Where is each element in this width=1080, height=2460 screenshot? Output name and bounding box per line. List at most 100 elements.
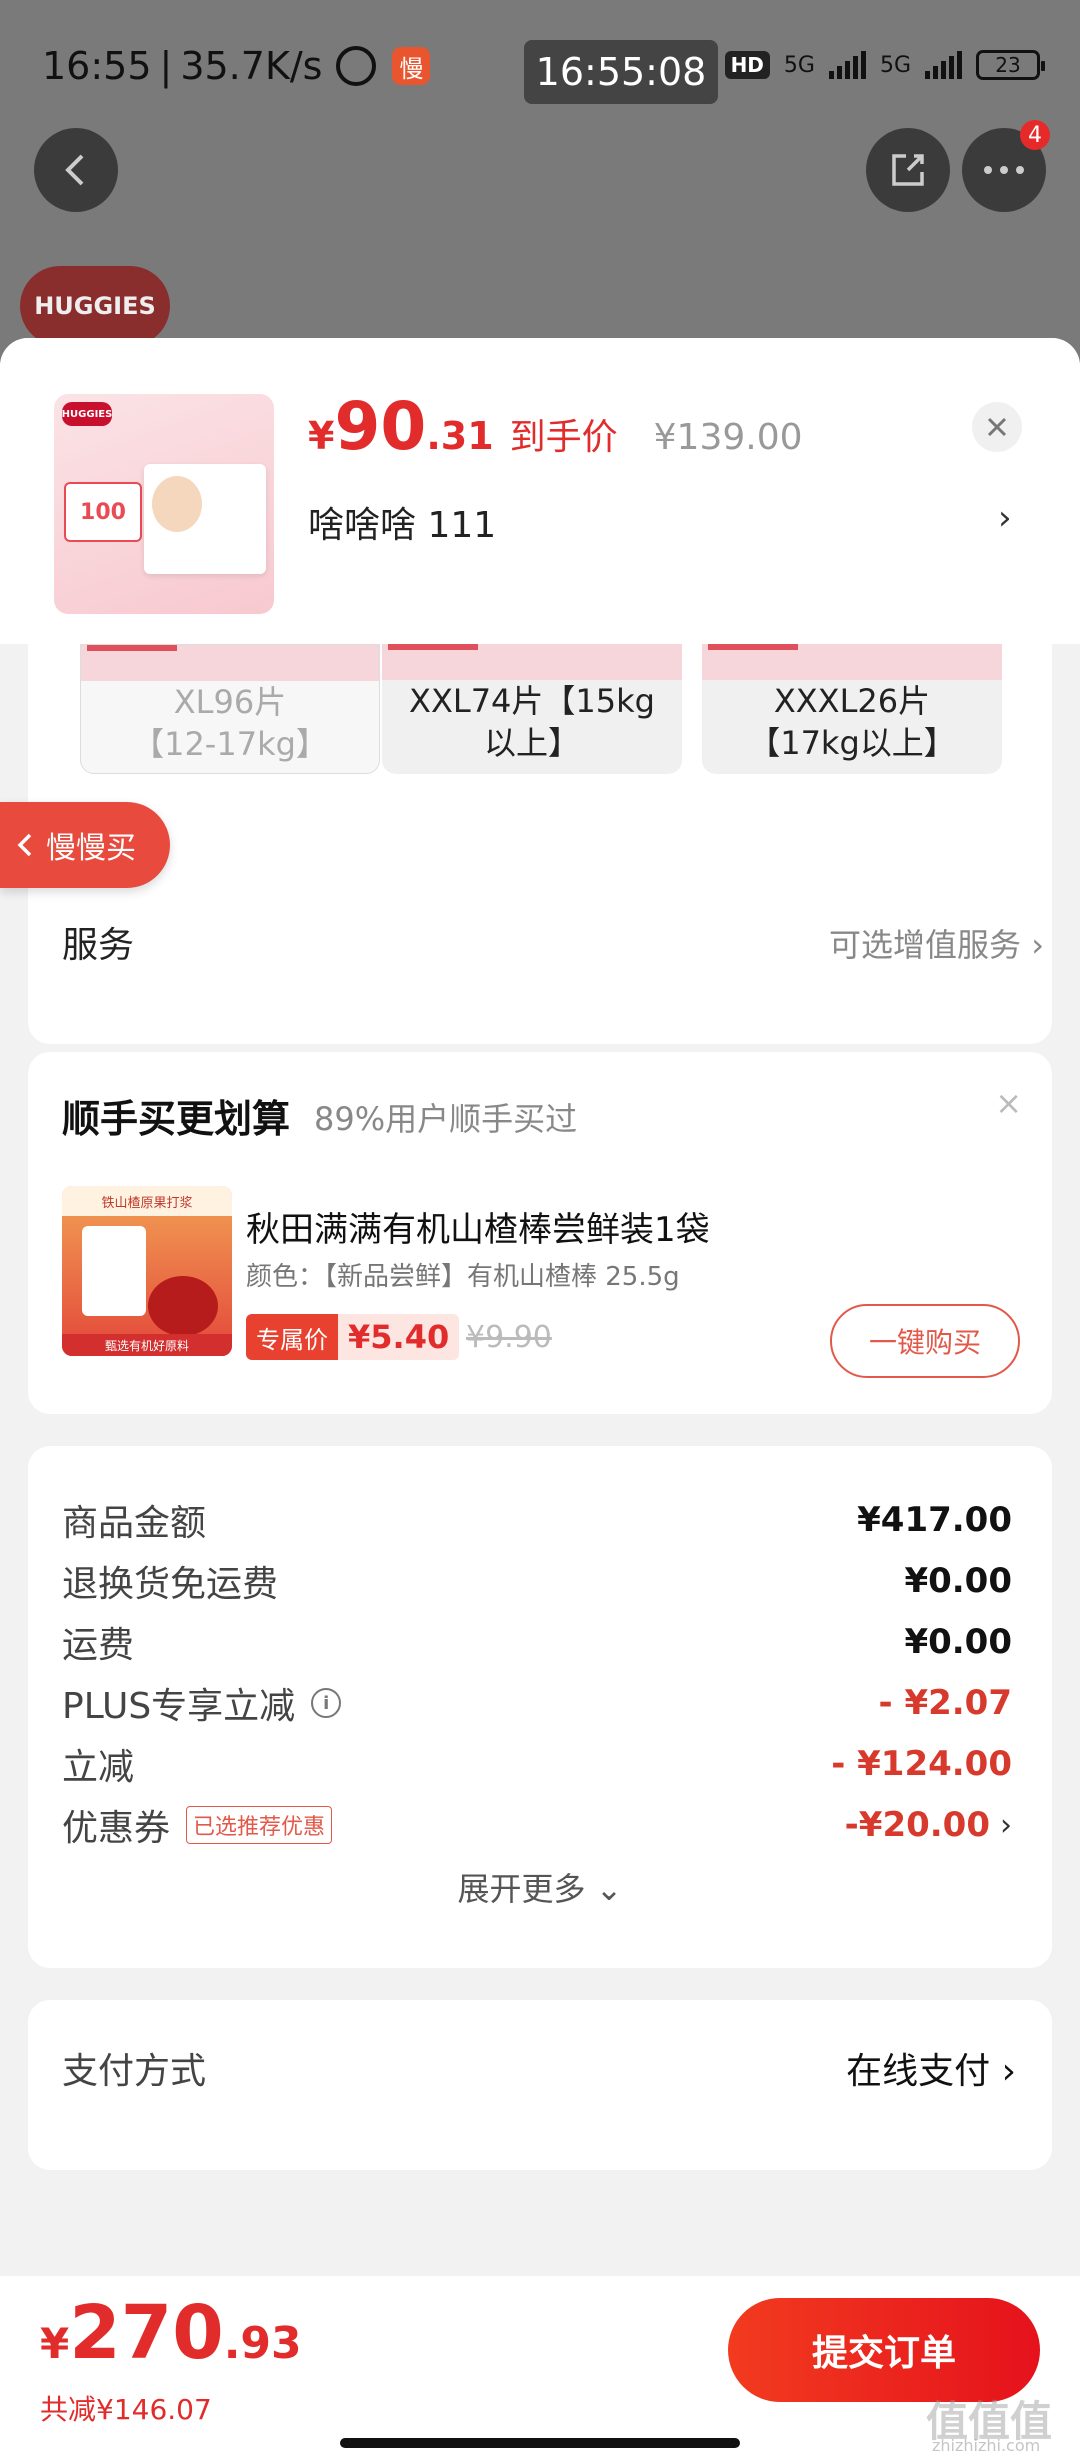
chevron-right-icon: ›: [998, 498, 1012, 538]
summary-value: - ¥2.07: [878, 1683, 1013, 1723]
back-button[interactable]: [34, 128, 118, 212]
coupon-label: 优惠券: [62, 1808, 171, 1849]
submit-order-button[interactable]: 提交订单: [728, 2298, 1040, 2402]
thumb-price-tag: 100: [64, 482, 142, 542]
size-option-xxl[interactable]: XXL74片【15kg 以上】: [382, 644, 682, 774]
summary-value: -¥20.00: [844, 1805, 990, 1845]
service-value: 可选增值服务 ›: [829, 926, 1044, 964]
signal-icon-2: [925, 51, 962, 79]
slow-app-icon: 慢: [392, 47, 431, 85]
slow-buy-floating-button[interactable]: 慢慢买: [0, 802, 170, 888]
coupon-badge: 已选推荐优惠: [186, 1806, 333, 1844]
signal-icon: [828, 51, 866, 79]
thumb-brand-logo: HUGGIES: [62, 402, 112, 426]
home-indicator[interactable]: [340, 2438, 740, 2448]
final-price: ¥ 90 .31 到手价 ¥139.00: [308, 388, 803, 465]
cross-sell-subtitle: 89%用户顺手买过: [314, 1100, 578, 1138]
cross-sell-title: 顺手买更划算: [62, 1097, 291, 1141]
more-button[interactable]: 4: [962, 120, 1050, 212]
total-price: ¥ 270 .93: [40, 2290, 302, 2376]
summary-label: 运费: [62, 1625, 135, 1666]
cross-sell-product-attr: 颜色：【新品尝鲜】有机山楂棒 25.5g: [246, 1262, 680, 1292]
thumb-banner-text: 铁山楂原果打浆: [62, 1186, 232, 1216]
size-option-xxxl[interactable]: XXXL26片 【17kg以上】: [702, 644, 1002, 774]
summary-label: 商品金额: [62, 1503, 207, 1544]
thumb-fruit: [148, 1276, 218, 1336]
chevron-right-icon: ›: [1000, 1807, 1012, 1843]
thumb-package: [82, 1226, 146, 1316]
watermark-url: zhizhizhi.com: [932, 2436, 1041, 2455]
summary-row-plus-discount: PLUS专享立减 i - ¥2.07: [62, 1673, 1012, 1733]
total-decimal: .93: [223, 2318, 302, 2369]
chevron-left-icon: [65, 154, 84, 186]
info-icon[interactable]: i: [311, 1688, 342, 1718]
summary-row-goods: 商品金额 ¥417.00: [62, 1490, 1012, 1550]
thumb-footer-text: 甄选有机好原料: [62, 1334, 232, 1356]
notification-badge: 4: [1020, 120, 1050, 150]
size-label: XXL74片【15kg 以上】: [409, 682, 655, 762]
status-bar: 16:55 | 35.7K/s 慢 16:55:08 HD 5G 5G 23: [0, 0, 1080, 140]
original-price: ¥139.00: [653, 417, 803, 458]
summary-row-coupon[interactable]: 优惠券 已选推荐优惠 -¥20.00 ›: [62, 1795, 1012, 1855]
cross-sell-card: 顺手买更划算 89%用户顺手买过 × 铁山楂原果打浆 甄选有机好原料 秋田满满有…: [28, 1052, 1052, 1414]
total-integer: 270: [69, 2290, 224, 2376]
size-label: XXXL26片 【17kg以上】: [748, 682, 956, 762]
close-sheet-button[interactable]: [972, 402, 1022, 452]
order-sheet: HUGGIES 100 ¥ 90 .31 到手价 ¥139.00 啥啥啥 111…: [0, 338, 1080, 2460]
close-icon: [987, 417, 1007, 437]
price-decimal: .31: [426, 414, 494, 458]
battery-icon: 23: [976, 50, 1045, 80]
network-label-1: 5G: [783, 52, 815, 78]
summary-label: 优惠券 已选推荐优惠: [62, 1799, 333, 1851]
sheet-header: HUGGIES 100 ¥ 90 .31 到手价 ¥139.00 啥啥啥 111…: [0, 338, 1080, 644]
more-dots-icon: [984, 166, 1024, 174]
cross-sell-price: 专属价 ¥5.40: [246, 1314, 460, 1360]
summary-label: 退换货免运费: [62, 1564, 279, 1605]
total-saved: 共减¥146.07: [40, 2393, 212, 2426]
total-symbol: ¥: [40, 2319, 70, 2368]
product-thumbnail: HUGGIES 100: [54, 394, 274, 614]
summary-label: 立减: [62, 1747, 135, 1788]
price-label: 到手价: [509, 417, 618, 458]
checkout-bar: ¥ 270 .93 共减¥146.07 提交订单 值值值 zhizhizhi.c…: [0, 2276, 1080, 2460]
one-click-buy-button[interactable]: 一键购买: [830, 1304, 1020, 1378]
size-card-image-strip: [382, 644, 682, 680]
plus-discount-label: PLUS专享立减: [62, 1686, 296, 1727]
summary-value: ¥417.00: [857, 1500, 1012, 1540]
network-label-2: 5G: [879, 52, 911, 78]
thumb-baby-image: [152, 476, 202, 532]
summary-row-shipping: 运费 ¥0.00: [62, 1612, 1012, 1672]
service-label: 服务: [62, 925, 135, 966]
size-options: XL96片 【12-17kg】 XXL74片【15kg 以上】 XXXL26片 …: [28, 644, 1052, 1184]
size-card-image-strip: [702, 644, 1002, 680]
expand-more-button[interactable]: 展开更多 ⌄: [28, 1864, 1052, 1910]
selected-variant[interactable]: 啥啥啥 111: [308, 496, 496, 548]
cross-sell-product-name: 秋田满满有机山楂棒尝鲜装1袋: [246, 1210, 710, 1250]
price-symbol: ¥: [308, 414, 335, 458]
status-time: 16:55: [42, 44, 152, 88]
status-right: HD 5G 5G 23: [724, 50, 1045, 80]
cross-sell-thumbnail: 铁山楂原果打浆 甄选有机好原料: [62, 1186, 232, 1356]
alarm-icon: [336, 46, 377, 86]
summary-value: - ¥124.00: [831, 1744, 1012, 1784]
size-option-xl[interactable]: XL96片 【12-17kg】: [80, 644, 380, 774]
price-summary-card: 商品金额 ¥417.00 退换货免运费 ¥0.00 运费 ¥0.00 PLUS专…: [28, 1446, 1052, 1968]
exclusive-price-tag: 专属价: [246, 1314, 338, 1360]
summary-row-return-shipping: 退换货免运费 ¥0.00: [62, 1551, 1012, 1611]
summary-value: ¥0.00: [904, 1622, 1012, 1662]
exclusive-price: ¥5.40: [338, 1314, 460, 1360]
summary-label: PLUS专享立减 i: [62, 1677, 342, 1729]
cross-sell-close-icon[interactable]: ×: [995, 1084, 1022, 1122]
payment-value: 在线支付 ›: [846, 2051, 1016, 2092]
brand-logo-background: HUGGIES: [20, 266, 170, 346]
status-left: 16:55 | 35.7K/s 慢: [42, 44, 431, 88]
status-clock-pill: 16:55:08: [524, 40, 718, 104]
summary-row-instant-discount: 立减 - ¥124.00: [62, 1734, 1012, 1794]
cross-sell-original-price: ¥9.90: [466, 1320, 552, 1355]
slow-buy-label: 慢慢买: [46, 831, 136, 866]
share-button[interactable]: [866, 128, 950, 212]
size-card-image-strip: [81, 645, 379, 681]
size-label: XL96片 【12-17kg】: [132, 683, 328, 763]
payment-card[interactable]: 支付方式 在线支付 ›: [28, 2000, 1052, 2170]
summary-value: ¥0.00: [904, 1561, 1012, 1601]
